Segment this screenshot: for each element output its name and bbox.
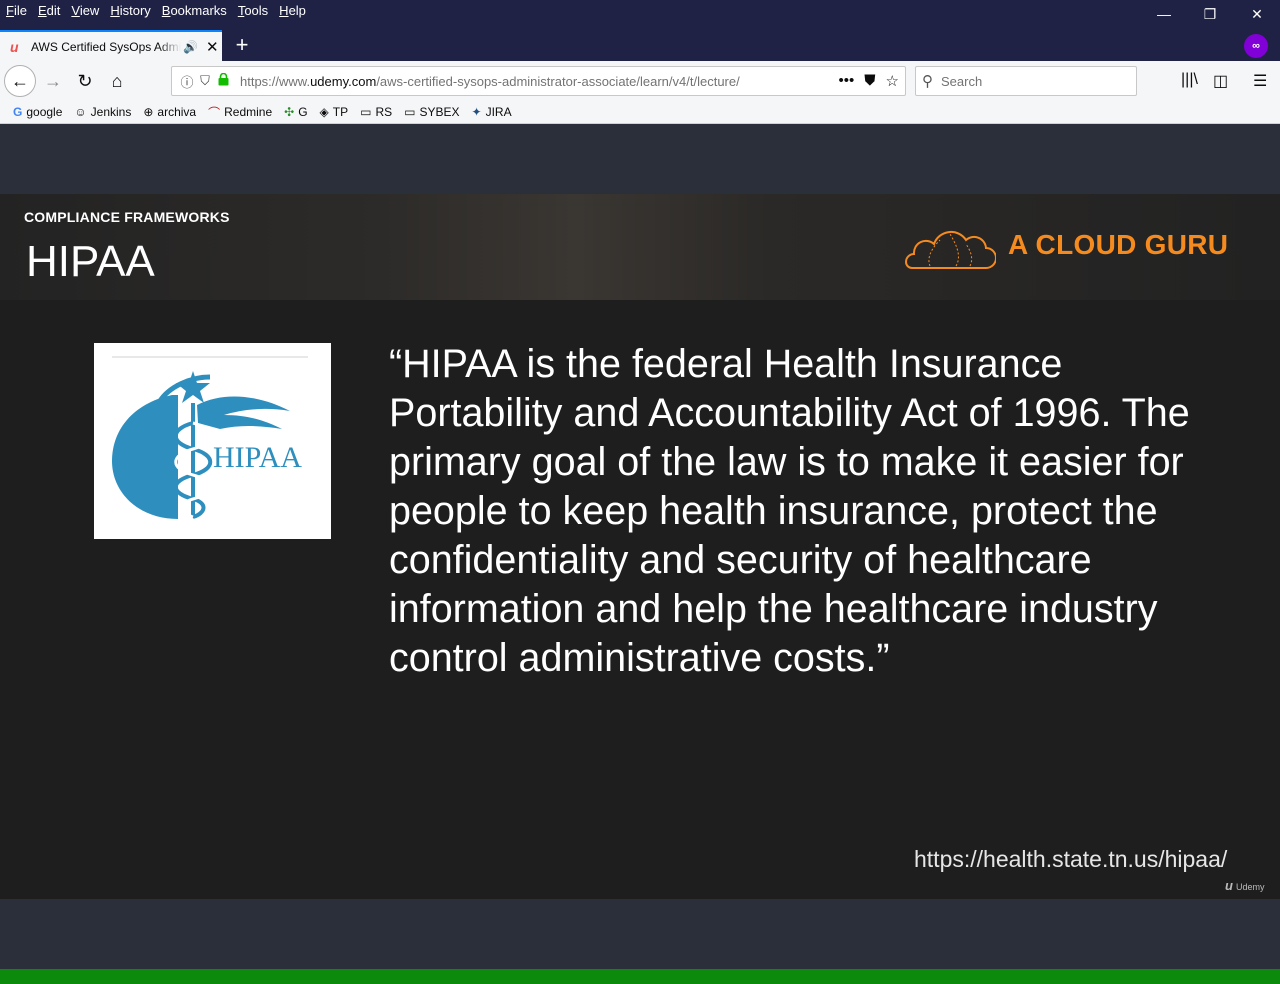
home-button[interactable]: ⌂ bbox=[101, 65, 133, 97]
hipaa-logo-text: HIPAA bbox=[213, 441, 302, 474]
redmine-icon: ⌒ bbox=[208, 105, 221, 120]
tracking-shield-icon[interactable]: ⛉ bbox=[196, 73, 214, 89]
bookmark-label: Redmine bbox=[224, 105, 273, 119]
url-text[interactable]: https://www.udemy.com/aws-certified-syso… bbox=[240, 74, 785, 89]
bookmark-label: google bbox=[26, 105, 63, 119]
library-icon[interactable]: |||\ bbox=[1181, 71, 1198, 89]
jira-icon: ✦ bbox=[471, 105, 482, 119]
bookmark-label: JIRA bbox=[485, 105, 512, 119]
private-browsing-mask-icon: ∞ bbox=[1244, 34, 1268, 58]
udemy-watermark-text: Udemy bbox=[1235, 882, 1265, 892]
bookmark-label: archiva bbox=[157, 105, 197, 119]
reload-button[interactable]: ↻ bbox=[69, 65, 101, 97]
page-actions-icon[interactable]: ••• bbox=[839, 72, 855, 90]
search-box[interactable]: ⚲ Search bbox=[915, 66, 1137, 96]
lock-icon[interactable] bbox=[214, 72, 232, 89]
slide-kicker: COMPLIANCE FRAMEWORKS bbox=[24, 209, 230, 225]
bookmark-archiva[interactable]: ⊕ archiva bbox=[143, 105, 196, 119]
close-tab-icon[interactable]: ✕ bbox=[206, 38, 219, 56]
tab-title: AWS Certified SysOps Administrator - Ass… bbox=[31, 39, 181, 54]
bookmark-jira[interactable]: ✦ JIRA bbox=[472, 105, 512, 119]
bookmark-tp[interactable]: ◈ TP bbox=[320, 105, 349, 119]
menu-view[interactable]: View bbox=[65, 2, 104, 20]
bookmark-star-icon[interactable]: ☆ bbox=[886, 72, 899, 90]
udemy-watermark: u Udemy bbox=[1225, 878, 1264, 893]
search-icon: ⚲ bbox=[922, 73, 933, 90]
hipaa-emblem-svg: HIPAA bbox=[112, 356, 308, 519]
bookmarks-toolbar: Ggoogle ☺ Jenkins ⊕ archiva ⌒ Redmine ✣ G ◈ T… bbox=[0, 101, 1280, 124]
restore-button[interactable]: ❐ bbox=[1187, 0, 1233, 28]
cloud-logo-icon bbox=[904, 230, 996, 269]
bookmark-google[interactable]: Ggoogle bbox=[13, 105, 62, 119]
bookmark-label: G bbox=[298, 105, 308, 119]
speaker-icon[interactable]: 🔊 bbox=[183, 40, 198, 54]
new-tab-button[interactable]: + bbox=[230, 32, 254, 58]
udemy-favicon-icon: u bbox=[10, 38, 19, 55]
minimize-button[interactable]: — bbox=[1141, 0, 1187, 28]
urlbar-actions: ••• ⛊ ☆ bbox=[839, 72, 899, 90]
tab-bar: u AWS Certified SysOps Administrator - A… bbox=[0, 30, 1280, 61]
back-button[interactable]: ← bbox=[4, 65, 36, 97]
jenkins-icon: ☺ bbox=[74, 105, 87, 119]
source-url: https://health.state.tn.us/hipaa/ bbox=[914, 846, 1228, 872]
menu-bookmarks[interactable]: Bookmarks bbox=[156, 2, 232, 20]
globe-icon: ⊕ bbox=[143, 105, 154, 119]
url-path: /aws-certified-sysops-administrator-asso… bbox=[376, 73, 740, 89]
menu: File Edit View History Bookmarks Tools H… bbox=[0, 2, 311, 20]
menu-file[interactable]: File bbox=[0, 2, 32, 20]
menu-bar: File Edit View History Bookmarks Tools H… bbox=[0, 0, 1280, 30]
video-progress-bar[interactable] bbox=[0, 969, 1280, 984]
tp-icon: ◈ bbox=[319, 105, 329, 119]
address-bar[interactable]: ⓘ ⛉ https://www.udemy.com/aws-certified-… bbox=[171, 66, 906, 96]
bookmark-g[interactable]: ✣ G bbox=[284, 105, 307, 119]
slide-header: COMPLIANCE FRAMEWORKS HIPAA A CLOUD GURU bbox=[0, 194, 1280, 300]
bookmark-jenkins[interactable]: ☺ Jenkins bbox=[74, 105, 131, 119]
g-favicon-icon: ✣ bbox=[284, 105, 295, 119]
hamburger-menu-icon[interactable]: ☰ bbox=[1253, 71, 1267, 91]
brand-name: A CLOUD GURU bbox=[1008, 229, 1229, 260]
udemy-logo-icon: u bbox=[1225, 878, 1233, 893]
forward-button[interactable]: → bbox=[37, 65, 69, 97]
search-placeholder: Search bbox=[941, 73, 983, 89]
hipaa-quote: “HIPAA is the federal Health Insurance P… bbox=[389, 342, 1190, 680]
url-prefix: https://www. bbox=[240, 73, 311, 89]
lock-svg bbox=[218, 72, 228, 86]
bookmark-label: SYBEX bbox=[419, 105, 460, 119]
menu-edit[interactable]: Edit bbox=[32, 2, 65, 20]
menu-history[interactable]: History bbox=[104, 2, 155, 20]
pocket-icon[interactable]: ⛊ bbox=[864, 72, 875, 90]
hipaa-logo: HIPAA bbox=[94, 343, 331, 539]
folder-icon: ▭ bbox=[360, 105, 372, 119]
bookmark-label: Jenkins bbox=[90, 105, 132, 119]
menu-tools[interactable]: Tools bbox=[232, 2, 273, 20]
close-window-button[interactable]: ✕ bbox=[1234, 0, 1280, 28]
info-icon[interactable]: ⓘ bbox=[178, 72, 196, 91]
tab-udemy[interactable]: u AWS Certified SysOps Administrator - A… bbox=[0, 30, 222, 61]
url-domain: udemy.com bbox=[310, 73, 377, 89]
folder-icon: ▭ bbox=[404, 105, 416, 119]
menu-help[interactable]: Help bbox=[273, 2, 311, 20]
sidebar-icon[interactable]: ◫ bbox=[1213, 71, 1228, 91]
bookmark-label: RS bbox=[375, 105, 393, 119]
video-player[interactable]: COMPLIANCE FRAMEWORKS HIPAA A CLOUD GURU… bbox=[0, 194, 1280, 984]
page-content: COMPLIANCE FRAMEWORKS HIPAA A CLOUD GURU… bbox=[0, 124, 1280, 984]
bookmark-redmine[interactable]: ⌒ Redmine bbox=[208, 104, 272, 121]
slide-title: HIPAA bbox=[26, 237, 155, 286]
bookmark-sybex[interactable]: ▭ SYBEX bbox=[404, 105, 459, 119]
bookmark-label: TP bbox=[332, 105, 349, 119]
navigation-toolbar: ← → ↻ ⌂ ⓘ ⛉ https://www.udemy.com/aws-ce… bbox=[0, 61, 1280, 101]
google-icon: G bbox=[13, 105, 23, 119]
bookmark-rs[interactable]: ▭ RS bbox=[360, 105, 392, 119]
